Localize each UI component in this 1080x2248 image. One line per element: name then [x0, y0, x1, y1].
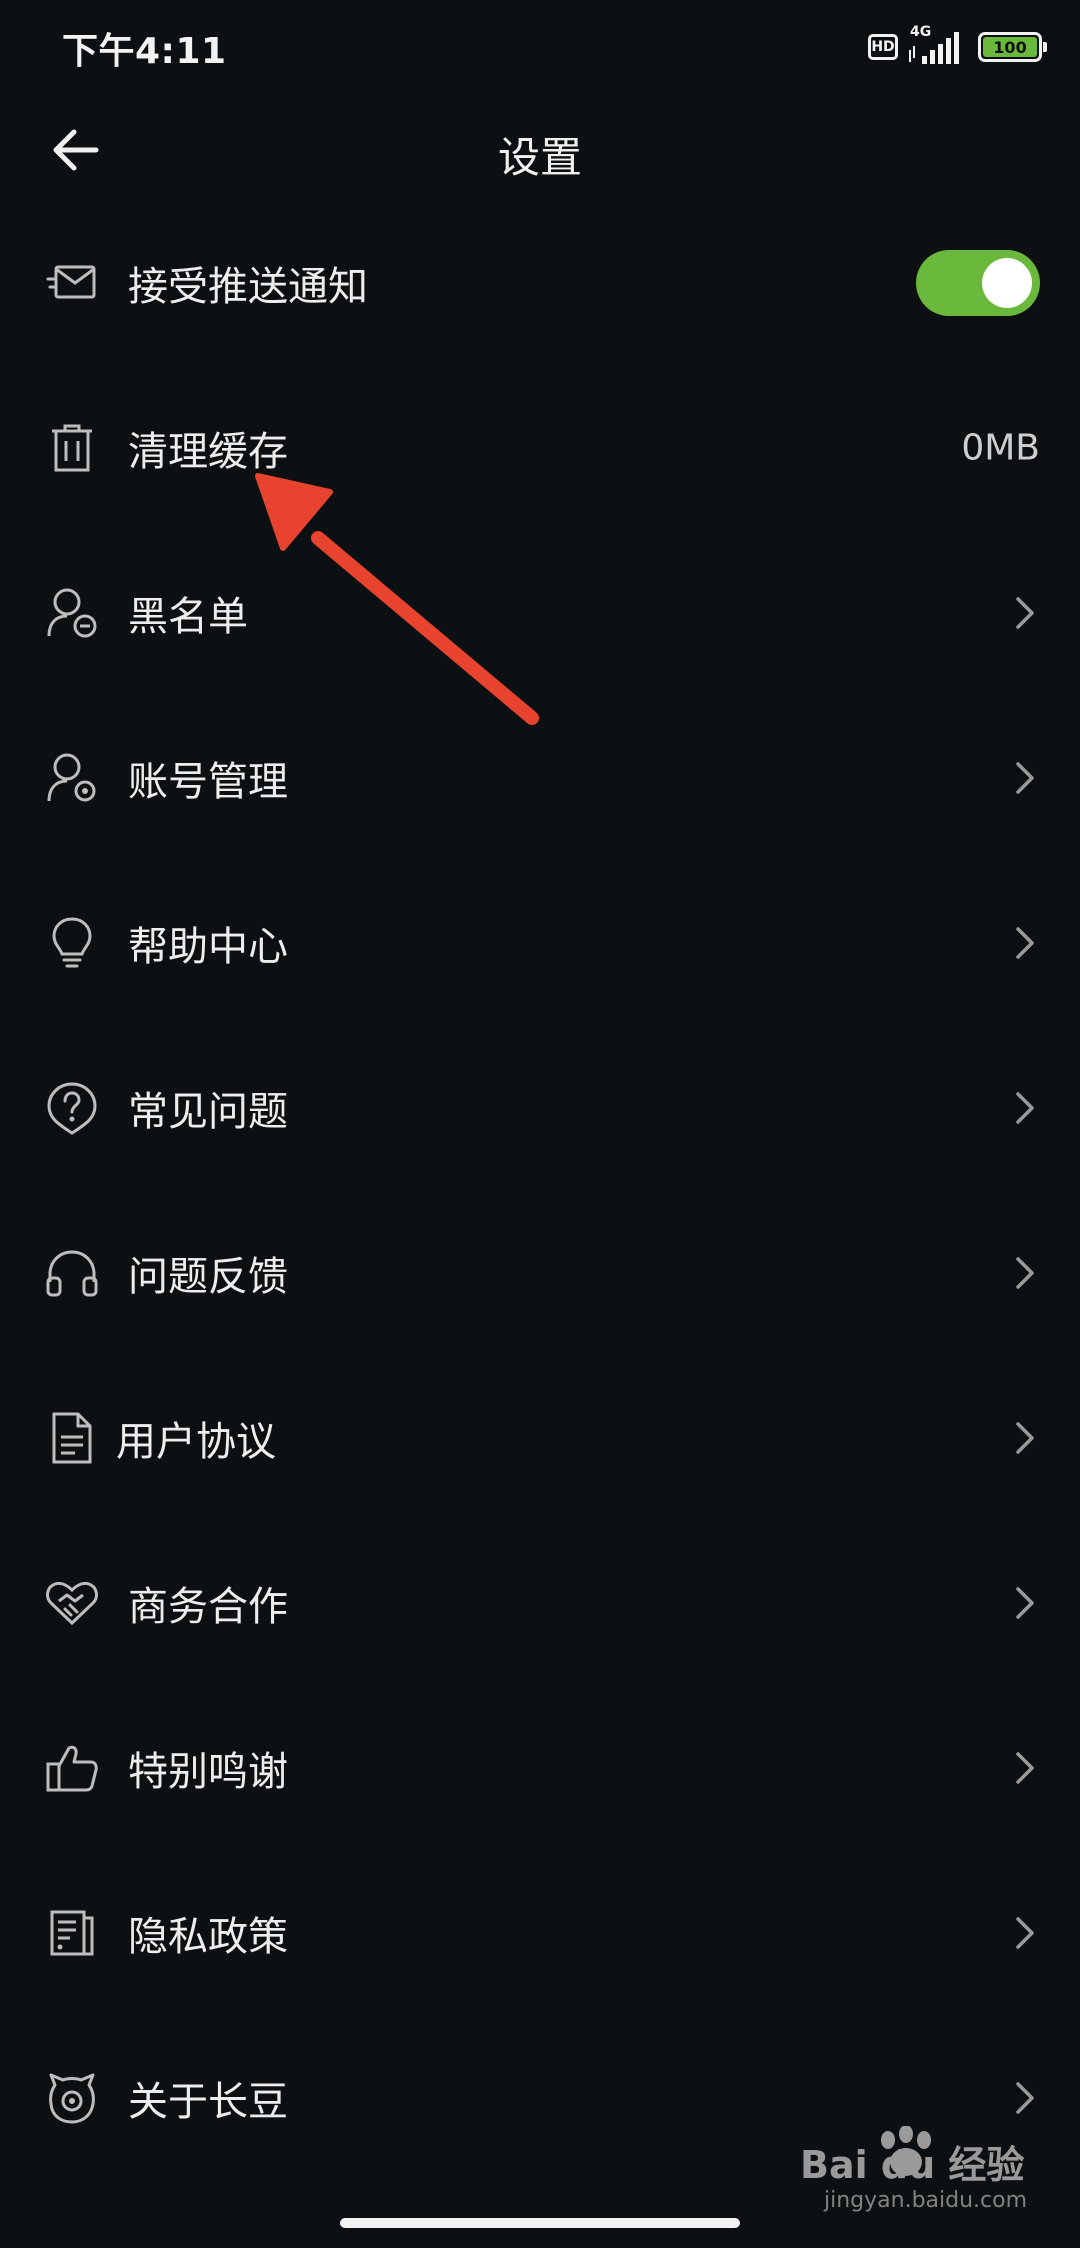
- settings-row-business-cooperation[interactable]: 商务合作: [0, 1520, 1080, 1685]
- settings-row-push-notifications: 接受推送通知: [0, 200, 1080, 365]
- settings-row-user-agreement[interactable]: 用户协议: [0, 1355, 1080, 1520]
- lightbulb-icon: [44, 915, 100, 971]
- push-notification-toggle[interactable]: [916, 249, 1040, 316]
- header: 设置: [0, 96, 1080, 206]
- signal-icon: 4G: [908, 24, 968, 66]
- app-mascot-icon: [44, 2070, 100, 2126]
- settings-row-feedback[interactable]: 问题反馈: [0, 1190, 1080, 1355]
- status-indicators: HD 4G 100: [868, 24, 1047, 66]
- settings-row-label: 黑名单: [128, 593, 248, 640]
- network-type-label: 4G: [910, 24, 932, 40]
- settings-row-label: 商务合作: [128, 1583, 288, 1630]
- document-icon: [44, 1410, 100, 1466]
- settings-row-faq[interactable]: 常见问题: [0, 1025, 1080, 1190]
- page-title: 设置: [497, 133, 582, 182]
- chevron-right-icon: [1010, 1253, 1040, 1293]
- chevron-right-icon: [1010, 1583, 1040, 1623]
- battery-icon: 100: [978, 32, 1047, 62]
- status-time: 下午4:11: [62, 31, 227, 72]
- toggle-knob: [982, 257, 1032, 308]
- question-icon: [44, 1080, 100, 1136]
- settings-row-account-management[interactable]: 账号管理: [0, 695, 1080, 860]
- watermark-brand: Bai du 经验: [800, 2143, 1025, 2187]
- handshake-icon: [44, 1575, 100, 1631]
- settings-row-label: 接受推送通知: [128, 263, 368, 310]
- chevron-right-icon: [1010, 923, 1040, 963]
- user-settings-icon: [44, 750, 100, 806]
- settings-row-label: 关于长豆: [128, 2078, 288, 2125]
- settings-row-privacy-policy[interactable]: 隐私政策: [0, 1850, 1080, 2015]
- thumbs-up-icon: [44, 1740, 100, 1796]
- settings-list: 接受推送通知 清理缓存 0MB 黑名单 账号管理 帮助中心 常见问题 问题反馈 …: [0, 200, 1080, 2180]
- settings-row-label: 问题反馈: [128, 1253, 288, 1300]
- chevron-right-icon: [1010, 2078, 1040, 2118]
- settings-row-label: 常见问题: [128, 1088, 288, 1135]
- status-bar: 下午4:11 HD 4G 100: [0, 0, 1080, 96]
- cache-size-value: 0MB: [961, 427, 1040, 468]
- settings-row-label: 特别鸣谢: [128, 1748, 288, 1795]
- chevron-right-icon: [1010, 1088, 1040, 1128]
- settings-row-special-thanks[interactable]: 特别鸣谢: [0, 1685, 1080, 1850]
- settings-row-clear-cache[interactable]: 清理缓存 0MB: [0, 365, 1080, 530]
- settings-row-blacklist[interactable]: 黑名单: [0, 530, 1080, 695]
- settings-row-label: 用户协议: [116, 1418, 276, 1465]
- settings-row-help-center[interactable]: 帮助中心: [0, 860, 1080, 1025]
- chevron-right-icon: [1010, 1748, 1040, 1788]
- battery-level: 100: [983, 37, 1037, 57]
- message-icon: [44, 255, 100, 311]
- watermark-site: jingyan.baidu.com: [824, 2188, 1028, 2213]
- policy-icon: [44, 1905, 100, 1961]
- settings-row-label: 清理缓存: [128, 428, 288, 475]
- trash-icon: [44, 420, 100, 476]
- settings-row-label: 隐私政策: [128, 1913, 288, 1960]
- chevron-right-icon: [1010, 1418, 1040, 1458]
- chevron-right-icon: [1010, 593, 1040, 633]
- chevron-right-icon: [1010, 1913, 1040, 1953]
- user-blocked-icon: [44, 585, 100, 641]
- headphones-icon: [44, 1245, 100, 1301]
- settings-row-label: 账号管理: [128, 758, 288, 805]
- home-indicator[interactable]: [340, 2218, 740, 2228]
- chevron-right-icon: [1010, 758, 1040, 798]
- watermark-logo: Bai du 经验 jingyan.baidu.com: [800, 2126, 1040, 2222]
- hd-badge: HD: [868, 34, 898, 60]
- settings-row-label: 帮助中心: [128, 923, 288, 970]
